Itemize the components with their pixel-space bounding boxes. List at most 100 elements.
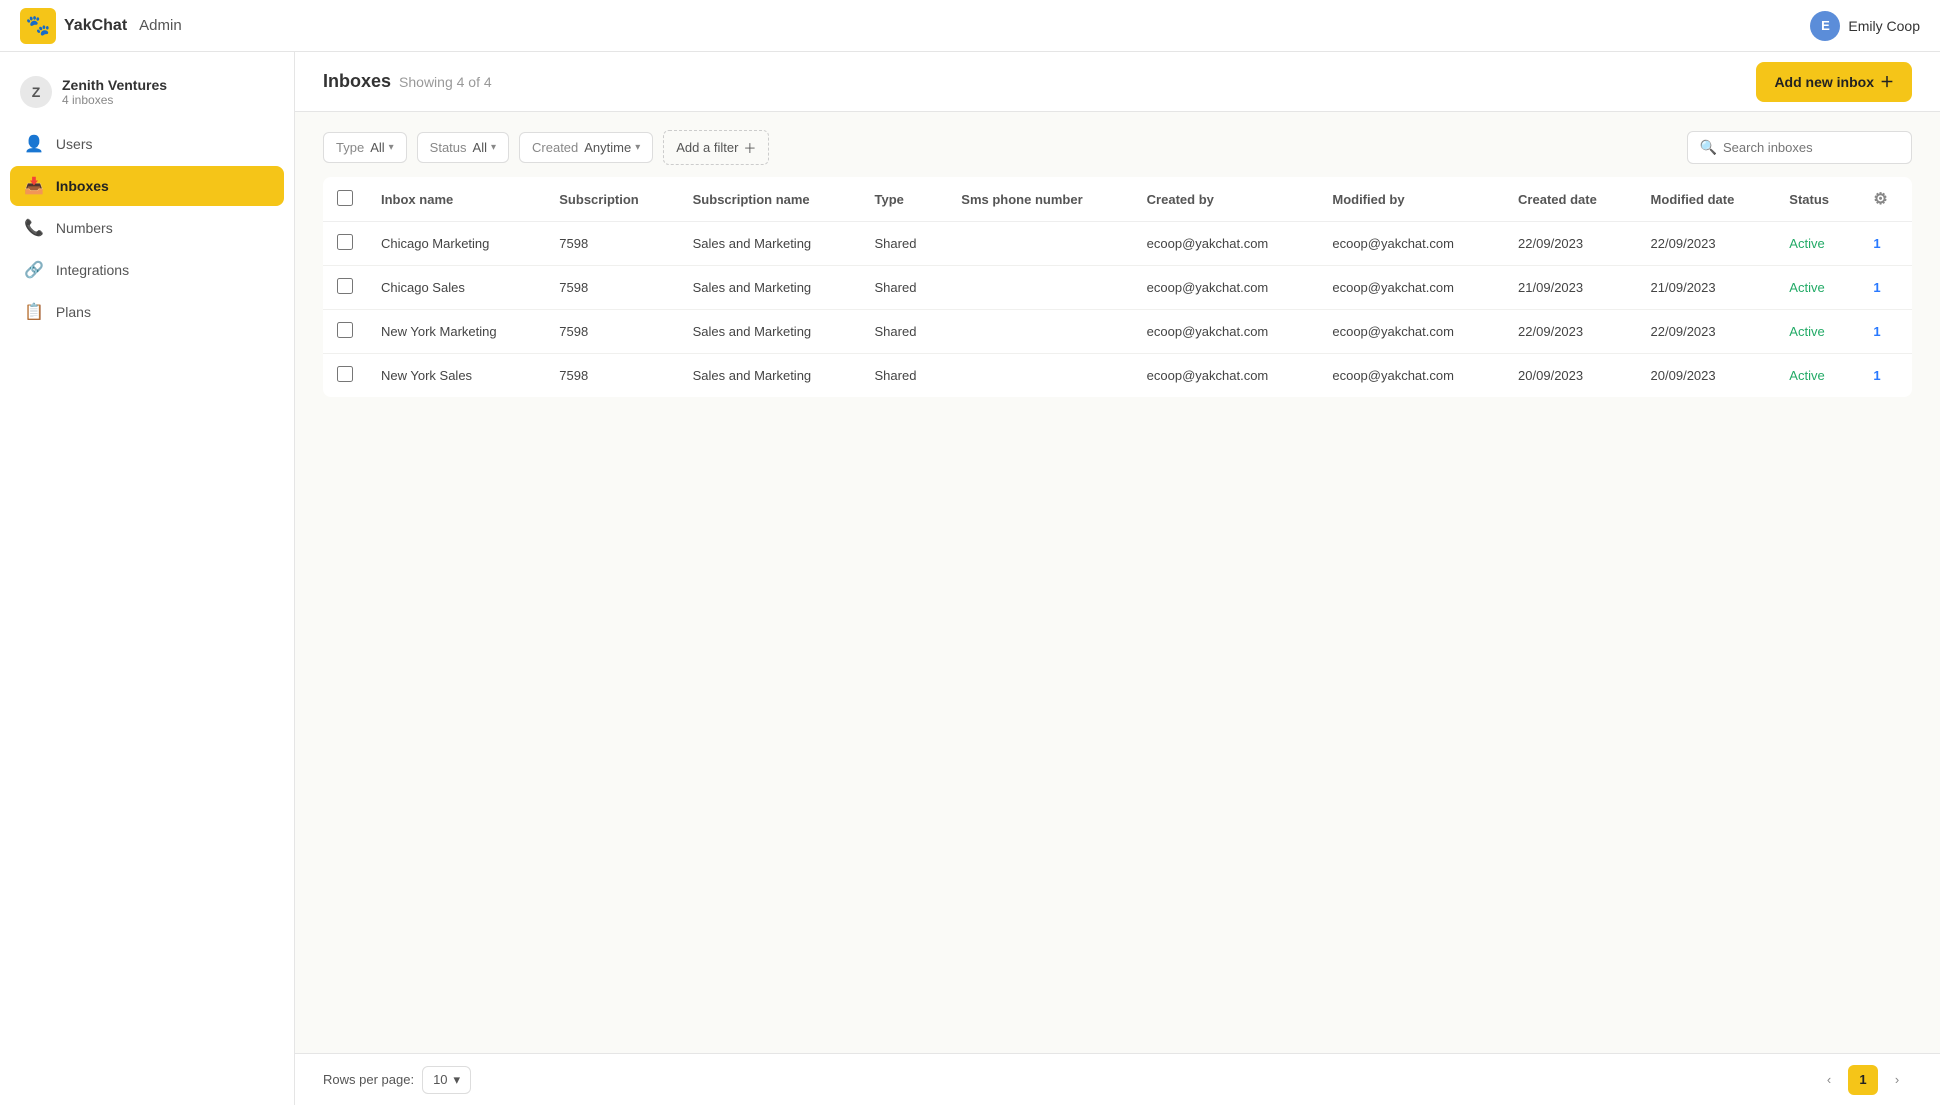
- add-icon: ＋: [1880, 72, 1894, 92]
- cell-created-by: ecoop@yakchat.com: [1133, 354, 1319, 398]
- cell-type: Shared: [861, 222, 948, 266]
- add-inbox-button[interactable]: Add new inbox ＋: [1756, 62, 1912, 102]
- filter-bar: Type All ▾ Status All ▾ Created Anytime …: [295, 112, 1940, 177]
- add-filter-icon: ＋: [743, 138, 756, 157]
- col-type: Type: [861, 177, 948, 222]
- cell-count[interactable]: 1: [1859, 354, 1912, 398]
- cell-count[interactable]: 1: [1859, 266, 1912, 310]
- col-inbox-name: Inbox name: [367, 177, 545, 222]
- sidebar-item-inboxes[interactable]: 📥 Inboxes: [10, 166, 284, 206]
- cell-created-date: 22/09/2023: [1504, 222, 1637, 266]
- cell-sms-phone: [947, 310, 1132, 354]
- inboxes-icon: 📥: [24, 176, 44, 196]
- page-title: Inboxes: [323, 71, 391, 92]
- cell-created-date: 21/09/2023: [1504, 266, 1637, 310]
- col-gear: ⚙: [1859, 177, 1912, 222]
- content-header: Inboxes Showing 4 of 4 Add new inbox ＋: [295, 52, 1940, 112]
- search-box[interactable]: 🔍: [1687, 131, 1912, 164]
- col-sms-phone: Sms phone number: [947, 177, 1132, 222]
- sidebar: Z Zenith Ventures 4 inboxes 👤 Users 📥 In…: [0, 52, 295, 1105]
- col-created-date: Created date: [1504, 177, 1637, 222]
- page-1-button[interactable]: 1: [1848, 1065, 1878, 1095]
- user-avatar: E: [1810, 11, 1840, 41]
- table-footer: Rows per page: 10 ▾ ‹ 1 ›: [295, 1053, 1940, 1105]
- cell-count[interactable]: 1: [1859, 310, 1912, 354]
- cell-status: Active: [1775, 354, 1859, 398]
- cell-inbox-name: New York Sales: [367, 354, 545, 398]
- table-row: Chicago Sales 7598 Sales and Marketing S…: [323, 266, 1912, 310]
- search-input[interactable]: [1723, 140, 1899, 155]
- table-row: New York Sales 7598 Sales and Marketing …: [323, 354, 1912, 398]
- status-filter-button[interactable]: Status All ▾: [417, 132, 509, 163]
- cell-created-by: ecoop@yakchat.com: [1133, 222, 1319, 266]
- sidebar-item-integrations[interactable]: 🔗 Integrations: [10, 250, 284, 290]
- search-icon: 🔍: [1700, 139, 1717, 156]
- cell-type: Shared: [861, 266, 948, 310]
- cell-subscription-name: Sales and Marketing: [679, 354, 861, 398]
- sidebar-item-users-label: Users: [56, 136, 93, 152]
- cell-type: Shared: [861, 354, 948, 398]
- numbers-icon: 📞: [24, 218, 44, 238]
- sidebar-item-numbers[interactable]: 📞 Numbers: [10, 208, 284, 248]
- row-checkbox[interactable]: [337, 278, 353, 294]
- status-filter-label: Status: [430, 140, 467, 155]
- sidebar-item-users[interactable]: 👤 Users: [10, 124, 284, 164]
- plans-icon: 📋: [24, 302, 44, 322]
- row-checkbox[interactable]: [337, 366, 353, 382]
- col-subscription: Subscription: [545, 177, 678, 222]
- type-filter-label: Type: [336, 140, 364, 155]
- sidebar-item-plans[interactable]: 📋 Plans: [10, 292, 284, 332]
- workspace-avatar: Z: [20, 76, 52, 108]
- pagination: ‹ 1 ›: [1814, 1065, 1912, 1095]
- workspace-name: Zenith Ventures: [62, 77, 167, 93]
- add-filter-button[interactable]: Add a filter ＋: [663, 130, 769, 165]
- cell-created-by: ecoop@yakchat.com: [1133, 266, 1319, 310]
- table-header-row: Inbox name Subscription Subscription nam…: [323, 177, 1912, 222]
- cell-type: Shared: [861, 310, 948, 354]
- cell-subscription: 7598: [545, 222, 678, 266]
- cell-modified-date: 21/09/2023: [1637, 266, 1776, 310]
- sidebar-item-integrations-label: Integrations: [56, 262, 129, 278]
- cell-created-date: 22/09/2023: [1504, 310, 1637, 354]
- cell-subscription: 7598: [545, 310, 678, 354]
- cell-modified-date: 20/09/2023: [1637, 354, 1776, 398]
- row-checkbox-cell: [323, 310, 367, 354]
- rows-per-page-label: Rows per page:: [323, 1072, 414, 1087]
- cell-modified-by: ecoop@yakchat.com: [1318, 266, 1504, 310]
- row-checkbox-cell: [323, 354, 367, 398]
- sidebar-item-inboxes-label: Inboxes: [56, 178, 109, 194]
- created-chevron-icon: ▾: [635, 142, 640, 153]
- select-all-cell: [323, 177, 367, 222]
- cell-sms-phone: [947, 222, 1132, 266]
- rows-per-page-select[interactable]: 10 ▾: [422, 1066, 471, 1094]
- add-filter-label: Add a filter: [676, 140, 738, 155]
- cell-subscription-name: Sales and Marketing: [679, 310, 861, 354]
- gear-icon[interactable]: ⚙: [1873, 191, 1887, 208]
- prev-page-button[interactable]: ‹: [1814, 1065, 1844, 1095]
- row-checkbox[interactable]: [337, 234, 353, 250]
- cell-inbox-name: Chicago Marketing: [367, 222, 545, 266]
- cell-subscription-name: Sales and Marketing: [679, 222, 861, 266]
- col-created-by: Created by: [1133, 177, 1319, 222]
- cell-subscription-name: Sales and Marketing: [679, 266, 861, 310]
- select-all-checkbox[interactable]: [337, 190, 353, 206]
- table-row: Chicago Marketing 7598 Sales and Marketi…: [323, 222, 1912, 266]
- workspace: Z Zenith Ventures 4 inboxes: [0, 68, 294, 124]
- cell-count[interactable]: 1: [1859, 222, 1912, 266]
- next-page-button[interactable]: ›: [1882, 1065, 1912, 1095]
- row-checkbox[interactable]: [337, 322, 353, 338]
- main-layout: Z Zenith Ventures 4 inboxes 👤 Users 📥 In…: [0, 52, 1940, 1105]
- sidebar-item-numbers-label: Numbers: [56, 220, 113, 236]
- type-filter-button[interactable]: Type All ▾: [323, 132, 407, 163]
- created-filter-button[interactable]: Created Anytime ▾: [519, 132, 653, 163]
- table-area: Inbox name Subscription Subscription nam…: [295, 177, 1940, 1053]
- workspace-info: Zenith Ventures 4 inboxes: [62, 77, 167, 107]
- cell-modified-by: ecoop@yakchat.com: [1318, 354, 1504, 398]
- cell-status: Active: [1775, 310, 1859, 354]
- brand-name: YakChat: [64, 17, 127, 35]
- sidebar-item-plans-label: Plans: [56, 304, 91, 320]
- col-status: Status: [1775, 177, 1859, 222]
- content-title: Inboxes Showing 4 of 4: [323, 71, 492, 92]
- status-chevron-icon: ▾: [491, 142, 496, 153]
- cell-inbox-name: Chicago Sales: [367, 266, 545, 310]
